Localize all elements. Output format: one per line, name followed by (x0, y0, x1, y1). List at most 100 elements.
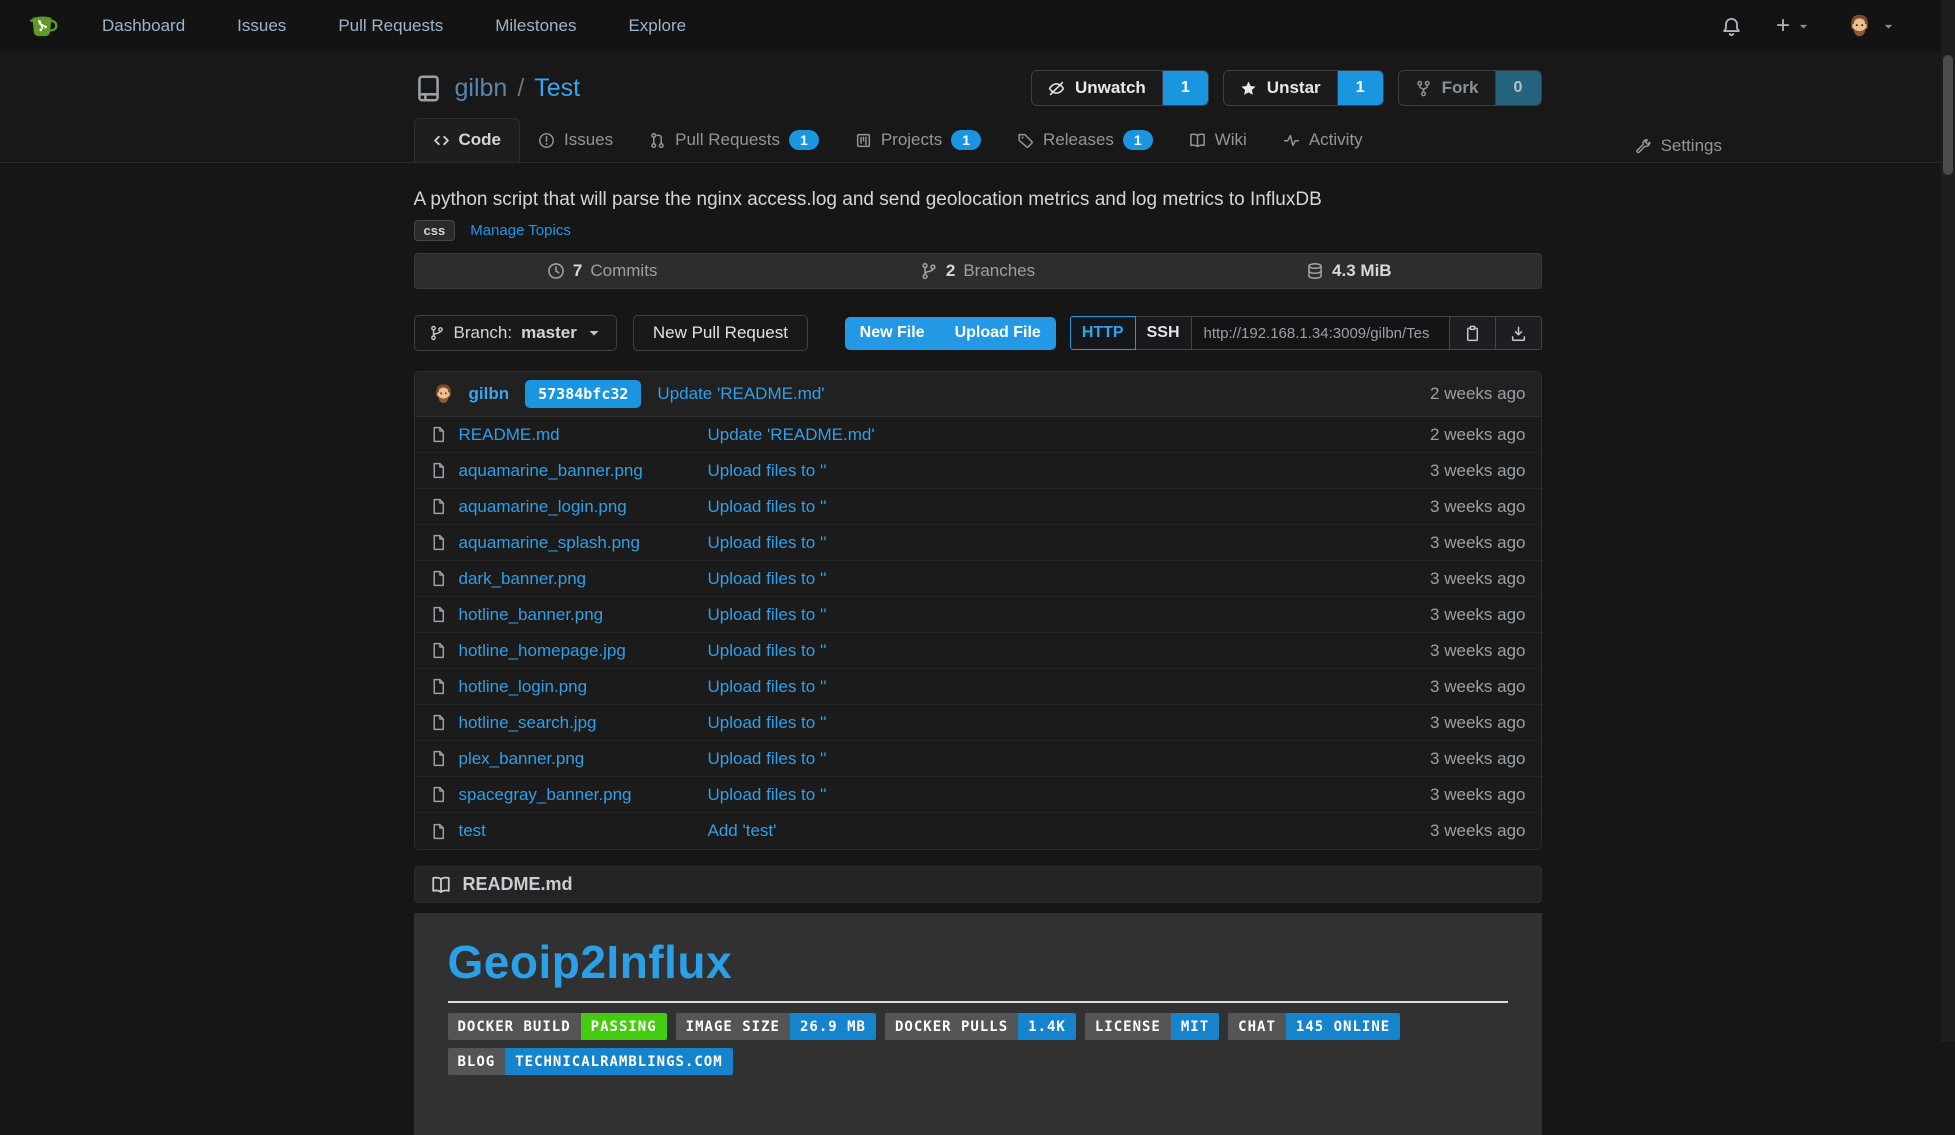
branch-selector[interactable]: Branch: master (414, 315, 617, 351)
file-commit-message-link[interactable]: Upload files to '' (708, 533, 827, 553)
file-name-link[interactable]: aquamarine_splash.png (459, 533, 640, 553)
file-rows: README.md Update 'README.md' 2 weeks ago… (415, 417, 1541, 849)
notifications-bell-icon[interactable] (1721, 16, 1742, 37)
badge-value: PASSING (581, 1013, 667, 1040)
file-name-link[interactable]: aquamarine_banner.png (459, 461, 643, 481)
file-commit-message-link[interactable]: Add 'test' (708, 821, 777, 841)
file-commit-message-link[interactable]: Upload files to '' (708, 641, 827, 661)
branch-label: Branch: (454, 323, 513, 343)
file-commit-message-link[interactable]: Upload files to '' (708, 605, 827, 625)
upload-file-button[interactable]: Upload File (940, 317, 1056, 350)
file-commit-message-link[interactable]: Upload files to '' (708, 461, 827, 481)
nav-item[interactable]: Issues (237, 16, 286, 36)
page-scrollbar (1941, 0, 1955, 1042)
file-row: dark_banner.png Upload files to '' 3 wee… (415, 561, 1541, 597)
file-commit-message-link[interactable]: Upload files to '' (708, 785, 827, 805)
file-name-link[interactable]: hotline_login.png (459, 677, 588, 697)
ssh-toggle-button[interactable]: SSH (1136, 316, 1192, 350)
repo-action-button[interactable]: Unstar 1 (1223, 70, 1384, 106)
stat-value: 2 (946, 261, 955, 281)
clone-url-input[interactable] (1192, 316, 1450, 350)
action-count-badge[interactable]: 1 (1162, 71, 1208, 105)
file-commit-message-link[interactable]: Upload files to '' (708, 713, 827, 733)
pulse-icon (1283, 132, 1300, 149)
file-icon (430, 678, 447, 695)
main-content: A python script that will parse the ngin… (414, 163, 1542, 1135)
shield-badge[interactable]: DOCKER BUILD PASSING (448, 1013, 667, 1040)
file-commit-message-link[interactable]: Upload files to '' (708, 677, 827, 697)
repo-tab[interactable]: Activity (1265, 119, 1381, 162)
user-menu[interactable] (1844, 11, 1895, 42)
manage-topics-link[interactable]: Manage Topics (470, 222, 571, 239)
action-count-badge[interactable]: 0 (1495, 71, 1541, 105)
repo-action-button[interactable]: Unwatch 1 (1031, 70, 1209, 106)
file-name-link[interactable]: hotline_search.jpg (459, 713, 597, 733)
repo-tab[interactable]: Issues (520, 119, 631, 162)
file-time: 3 weeks ago (1430, 533, 1525, 553)
shield-badge[interactable]: IMAGE SIZE 26.9 MB (676, 1013, 876, 1040)
shield-badge[interactable]: LICENSE MIT (1085, 1013, 1219, 1040)
file-commit-message-link[interactable]: Upload files to '' (708, 569, 827, 589)
file-time: 2 weeks ago (1430, 425, 1525, 445)
new-file-button[interactable]: New File (845, 317, 940, 350)
shield-badge[interactable]: BLOG TECHNICALRAMBLINGS.COM (448, 1048, 733, 1075)
shield-badge[interactable]: DOCKER PULLS 1.4K (885, 1013, 1076, 1040)
navbar-right: + (1721, 11, 1929, 42)
new-pull-request-button[interactable]: New Pull Request (633, 315, 808, 351)
star-icon (1240, 80, 1257, 97)
repo-tab[interactable]: Pull Requests 1 (631, 119, 837, 162)
top-navbar: Dashboard Issues Pull Requests Milestone… (0, 0, 1955, 52)
repo-name-link[interactable]: Test (534, 74, 580, 103)
file-time: 3 weeks ago (1430, 713, 1525, 733)
repo-tab[interactable]: Code (414, 118, 521, 162)
nav-item[interactable]: Pull Requests (338, 16, 443, 36)
clipboard-icon (1464, 325, 1481, 342)
download-archive-button[interactable] (1496, 316, 1542, 350)
repo-tab[interactable]: Releases 1 (999, 119, 1171, 162)
repo-stat[interactable]: 7 Commits (415, 254, 790, 288)
scrollbar-thumb[interactable] (1943, 55, 1953, 175)
create-new-menu[interactable]: + (1776, 14, 1810, 38)
repo-owner-link[interactable]: gilbn (455, 74, 508, 103)
repo-stat[interactable]: 4.3 MiB (1165, 254, 1540, 288)
file-name-link[interactable]: hotline_homepage.jpg (459, 641, 626, 661)
repo-stat[interactable]: 2 Branches (790, 254, 1165, 288)
nav-item[interactable]: Explore (628, 16, 686, 36)
tab-settings[interactable]: Settings (1617, 125, 1740, 168)
file-icon (430, 786, 447, 803)
file-commit-message-link[interactable]: Upload files to '' (708, 749, 827, 769)
file-commit-message-link[interactable]: Upload files to '' (708, 497, 827, 517)
file-name-link[interactable]: dark_banner.png (459, 569, 587, 589)
file-name-link[interactable]: aquamarine_login.png (459, 497, 627, 517)
file-name-link[interactable]: plex_banner.png (459, 749, 585, 769)
nav-item[interactable]: Dashboard (102, 16, 185, 36)
file-commit-message-link[interactable]: Update 'README.md' (708, 425, 875, 445)
file-name-link[interactable]: spacegray_banner.png (459, 785, 632, 805)
commit-sha-badge[interactable]: 57384bfc32 (525, 380, 641, 408)
repo-icon (414, 74, 443, 103)
repo-tab[interactable]: Wiki (1171, 119, 1265, 162)
file-name-link[interactable]: test (459, 821, 486, 841)
file-icon (430, 823, 447, 840)
eye-slash-icon (1048, 80, 1065, 97)
commit-message-link[interactable]: Update 'README.md' (657, 384, 824, 404)
clone-url-group: HTTP SSH (1070, 316, 1542, 350)
repo-tab[interactable]: Projects 1 (837, 119, 999, 162)
file-icon (430, 750, 447, 767)
gitea-logo-icon[interactable] (26, 9, 60, 43)
badge-label: DOCKER BUILD (448, 1013, 581, 1040)
shield-badge[interactable]: CHAT 145 ONLINE (1228, 1013, 1400, 1040)
file-name-link[interactable]: README.md (459, 425, 560, 445)
tab-label: Pull Requests (675, 130, 780, 150)
badge-value: MIT (1171, 1013, 1219, 1040)
http-toggle-button[interactable]: HTTP (1070, 316, 1136, 350)
nav-item[interactable]: Milestones (495, 16, 576, 36)
file-name-link[interactable]: hotline_banner.png (459, 605, 604, 625)
plus-icon: + (1776, 14, 1790, 38)
copy-clone-url-button[interactable] (1450, 316, 1496, 350)
action-count-badge[interactable]: 1 (1337, 71, 1383, 105)
file-time: 3 weeks ago (1430, 461, 1525, 481)
commit-author-link[interactable]: gilbn (469, 384, 510, 404)
repo-action-button[interactable]: Fork 0 (1398, 70, 1542, 106)
topic-pill[interactable]: css (414, 220, 456, 241)
